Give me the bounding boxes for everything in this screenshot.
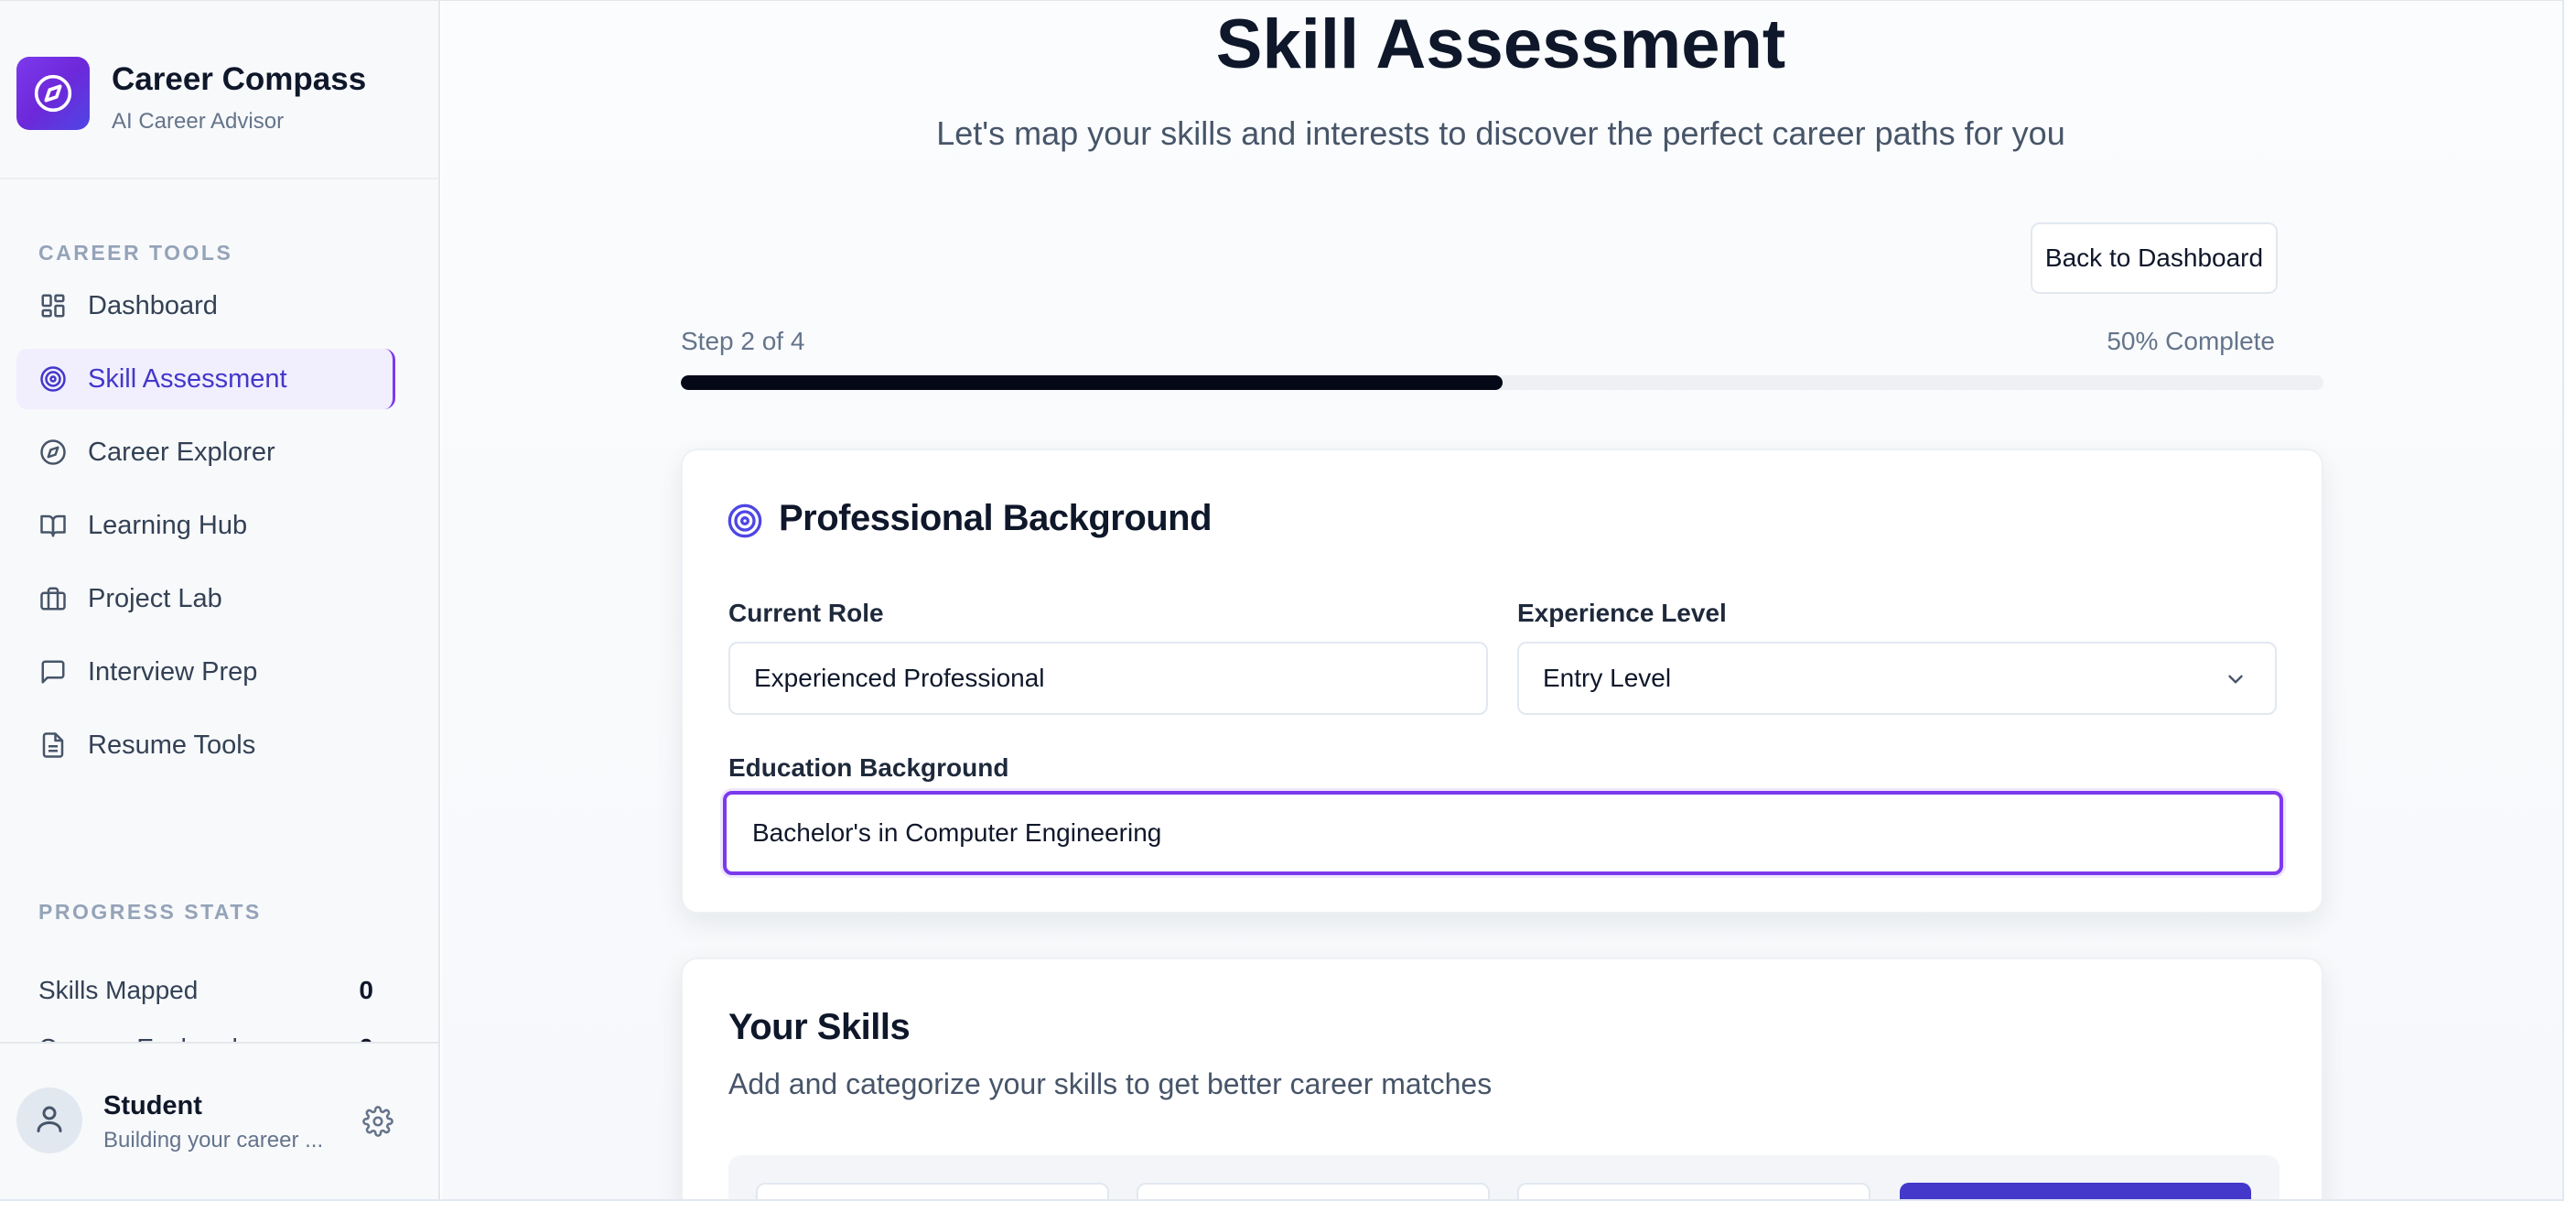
document-icon xyxy=(38,730,68,760)
app-tagline: AI Career Advisor xyxy=(112,109,285,134)
current-role-input[interactable] xyxy=(728,642,1488,715)
avatar[interactable] xyxy=(16,1088,82,1153)
step-indicator: Step 2 of 4 xyxy=(681,327,805,355)
stat-label: Skills Mapped xyxy=(38,976,199,1004)
add-skill-row xyxy=(728,1155,2280,1199)
sidebar-nav: Dashboard Skill Assessment Career Explor… xyxy=(16,276,395,788)
main-content: Skill Assessment Let's map your skills a… xyxy=(442,1,2562,1199)
compass-icon xyxy=(38,438,68,467)
page-subtitle: Let's map your skills and interests to d… xyxy=(936,114,2065,152)
sidebar-item-label: Skill Assessment xyxy=(88,363,287,394)
skill-category-select[interactable] xyxy=(1137,1183,1490,1199)
page-title: Skill Assessment xyxy=(1215,5,1786,83)
sidebar-item-label: Resume Tools xyxy=(88,730,256,760)
sidebar-item-label: Interview Prep xyxy=(88,656,258,687)
brand-header: Career Compass AI Career Advisor xyxy=(0,1,438,179)
sidebar-item-interview-prep[interactable]: Interview Prep xyxy=(16,642,395,702)
app-window: Career Compass AI Career Advisor CAREER … xyxy=(0,0,2564,1201)
stat-skills-mapped: Skills Mapped 0 xyxy=(38,976,373,1005)
sidebar-item-skill-assessment[interactable]: Skill Assessment xyxy=(16,349,395,409)
experience-level-value: Entry Level xyxy=(1543,664,1672,692)
sidebar-item-learning-hub[interactable]: Learning Hub xyxy=(16,495,395,556)
compass-logo-icon[interactable] xyxy=(16,57,90,130)
back-to-dashboard-button[interactable]: Back to Dashboard xyxy=(2031,222,2278,294)
experience-level-label: Experience Level xyxy=(1517,599,1727,627)
sidebar-item-project-lab[interactable]: Project Lab xyxy=(16,568,395,629)
target-icon xyxy=(727,503,763,544)
progress-bar xyxy=(681,375,2323,390)
sidebar-item-dashboard[interactable]: Dashboard xyxy=(16,276,395,336)
gear-icon[interactable] xyxy=(362,1106,393,1137)
skill-name-input[interactable] xyxy=(756,1183,1109,1199)
chevron-down-icon xyxy=(2224,667,2247,691)
dashboard-icon xyxy=(38,291,68,320)
sidebar-item-label: Dashboard xyxy=(88,290,218,320)
sidebar-item-label: Learning Hub xyxy=(88,510,248,540)
current-role-label: Current Role xyxy=(728,599,884,627)
add-skill-button[interactable] xyxy=(1900,1183,2251,1199)
user-profile: Student Building your career ... xyxy=(0,1042,438,1199)
book-icon xyxy=(38,511,68,540)
sidebar-item-career-explorer[interactable]: Career Explorer xyxy=(16,422,395,482)
sidebar-item-label: Project Lab xyxy=(88,583,222,613)
section-title: Your Skills xyxy=(728,1007,911,1047)
sidebar-item-resume-tools[interactable]: Resume Tools xyxy=(16,715,395,775)
education-background-label: Education Background xyxy=(728,753,1009,782)
education-background-input[interactable] xyxy=(723,791,2283,875)
skill-level-select[interactable] xyxy=(1517,1183,1870,1199)
sidebar: Career Compass AI Career Advisor CAREER … xyxy=(0,1,440,1199)
progress-bar-fill xyxy=(681,375,1503,390)
briefcase-icon xyxy=(38,584,68,613)
user-name: Student xyxy=(103,1091,202,1120)
stat-value: 0 xyxy=(359,976,373,1004)
chat-icon xyxy=(38,657,68,687)
experience-level-select[interactable]: Entry Level xyxy=(1517,642,2277,715)
your-skills-card: Your Skills Add and categorize your skil… xyxy=(681,958,2323,1199)
app-name: Career Compass xyxy=(112,61,367,97)
target-icon xyxy=(38,364,68,394)
user-subtitle: Building your career ... xyxy=(103,1128,324,1152)
section-subtitle: Add and categorize your skills to get be… xyxy=(728,1067,1493,1100)
sidebar-item-label: Career Explorer xyxy=(88,437,275,467)
career-tools-heading: CAREER TOOLS xyxy=(38,241,233,265)
user-icon xyxy=(33,1102,66,1140)
section-title: Professional Background xyxy=(779,498,1213,538)
professional-background-card: Professional Background Current Role Exp… xyxy=(681,449,2323,914)
percent-complete: 50% Complete xyxy=(2107,327,2275,355)
progress-stats-heading: PROGRESS STATS xyxy=(38,900,262,924)
